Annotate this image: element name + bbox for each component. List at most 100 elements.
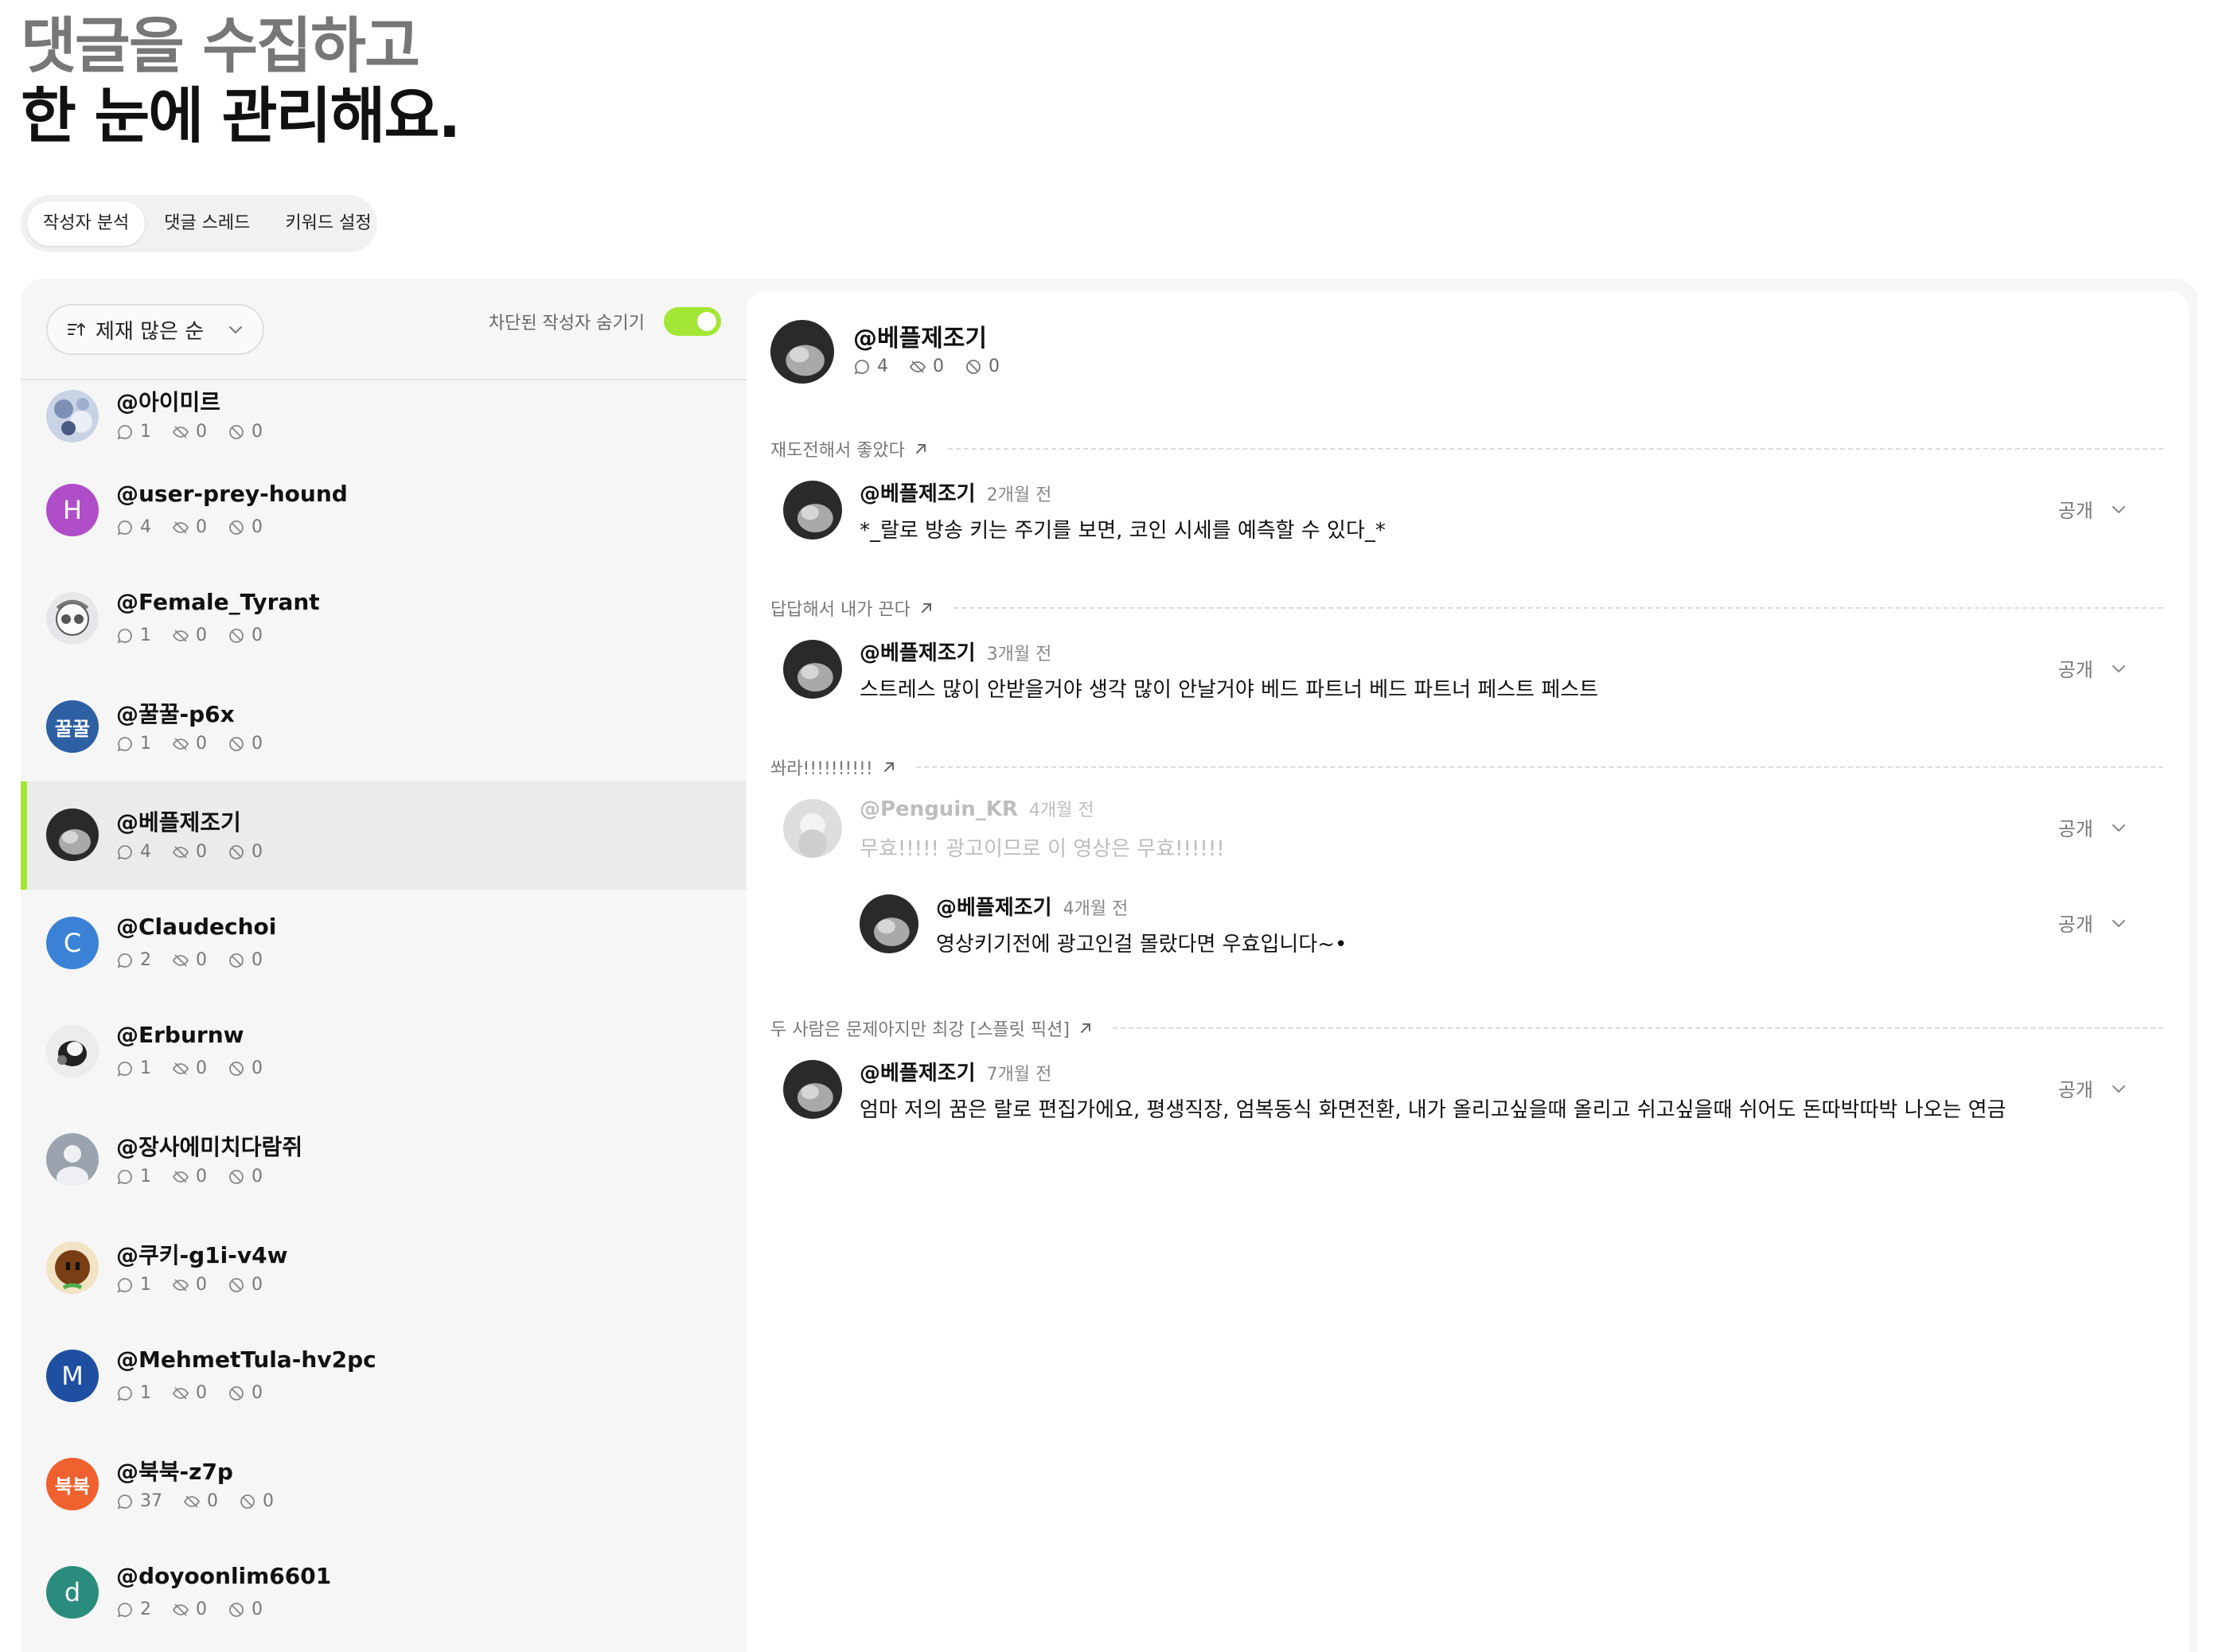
- blocked-count: 0: [252, 517, 263, 537]
- block-icon: [229, 736, 244, 751]
- author-row[interactable]: 꿀꿀 @꿀꿀-p6x 1 0 0: [21, 673, 747, 781]
- hidden-count: 0: [196, 1275, 207, 1295]
- avatar: M: [46, 1350, 99, 1402]
- hidden-count: 0: [196, 1058, 207, 1078]
- author-name: @장사에미치다람쥐: [116, 1134, 303, 1160]
- avatar: [46, 1025, 99, 1077]
- visibility-dropdown[interactable]: 공개: [2058, 1074, 2128, 1102]
- comment-count: 1: [140, 734, 151, 754]
- comment-count: 1: [140, 1275, 151, 1295]
- author-stats: 4 0 0: [116, 517, 263, 537]
- hidden-count: 0: [196, 734, 207, 754]
- comment-icon: [854, 359, 869, 374]
- author-row[interactable]: d @doyoonlim6601 2 0 0: [21, 1539, 747, 1647]
- main-panel: 제재 많은 순 차단된 작성자 숨기기 @아이미르 1 0 0 H @user-…: [21, 279, 2198, 1652]
- hidden-count: 0: [196, 625, 207, 645]
- block-icon: [229, 1169, 244, 1184]
- author-name: @아이미르: [116, 389, 221, 415]
- comment-icon: [117, 736, 132, 751]
- block-icon: [229, 1385, 244, 1401]
- author-row[interactable]: @장사에미치다람쥐 1 0 0: [21, 1106, 747, 1214]
- hero-line-1: 댓글을 수집하고: [21, 10, 420, 81]
- author-row-selected[interactable]: @베플제조기 4 0 0: [21, 781, 747, 890]
- comment-item-reply: @베플제조기 4개월 전 영상키기전에 광고인걸 몰랐다면 우효입니다~• 공개: [770, 877, 2163, 972]
- visibility-dropdown[interactable]: 공개: [2058, 813, 2128, 841]
- hidden-count: 0: [933, 357, 944, 376]
- author-row[interactable]: @쿠키-g1i-v4w 1 0 0: [21, 1214, 747, 1323]
- author-stats: 37 0 0: [116, 1491, 274, 1511]
- author-row[interactable]: C @Claudechoi 2 0 0: [21, 890, 747, 998]
- eye-off-icon: [172, 737, 189, 750]
- avatar: [46, 390, 99, 442]
- author-row[interactable]: @Erburnw 1 0 0: [21, 998, 747, 1106]
- video-title-link[interactable]: 쏴라!!!!!!!!!!: [770, 753, 2163, 781]
- comment-text: *_랄로 방송 키는 주기를 보면, 코인 시세를 예측할 수 있다_*: [860, 519, 1386, 543]
- chevron-down-icon: [2112, 824, 2125, 832]
- comment-author: @베플제조기 7개월 전: [860, 1057, 1051, 1086]
- comment-count: 2: [140, 1599, 151, 1619]
- eye-off-icon: [172, 953, 189, 967]
- blocked-count: 0: [252, 625, 263, 645]
- comment-count: 1: [140, 1167, 151, 1186]
- avatar: [860, 894, 918, 953]
- visibility-label: 공개: [2057, 1079, 2093, 1101]
- author-name: @Female_Tyrant: [116, 589, 320, 615]
- chevron-down-icon: [2112, 664, 2125, 672]
- comment-item: @베플제조기 7개월 전 엄마 저의 꿈은 랄로 편집가에요, 평생직장, 엄복동…: [770, 1042, 2163, 1138]
- eye-off-icon: [172, 1170, 189, 1183]
- blocked-count: 0: [252, 842, 263, 862]
- author-stats: 2 0 0: [116, 1599, 263, 1619]
- author-row[interactable]: @Female_Tyrant 1 0 0: [21, 565, 747, 673]
- blocked-count: 0: [263, 1491, 274, 1511]
- comment-text: 엄마 저의 꿈은 랄로 편집가에요, 평생직장, 엄복동식 화면전환, 내가 올…: [860, 1098, 2006, 1122]
- author-row[interactable]: 북북 @북북-z7p 37 0 0: [21, 1431, 747, 1539]
- comment-count: 4: [877, 357, 888, 376]
- avatar: C: [46, 917, 99, 969]
- eye-off-icon: [172, 845, 189, 859]
- comment-count: 1: [140, 1383, 151, 1403]
- comment-author-name: @Penguin_KR: [860, 797, 1018, 821]
- video-thread: 두 사람은 문제아지만 최강 [스플릿 픽션] @베플제조기 7개월 전 엄마 저…: [770, 1014, 2163, 1138]
- author-list-panel: 제재 많은 순 차단된 작성자 숨기기 @아이미르 1 0 0 H @user-…: [21, 279, 747, 1652]
- visibility-dropdown[interactable]: 공개: [2058, 909, 2128, 937]
- comment-author-name: @베플제조기: [860, 1062, 976, 1085]
- author-row[interactable]: M @MehmetTula-hv2pc 1 0 0: [21, 1323, 747, 1431]
- avatar: [783, 481, 842, 540]
- divider: [953, 607, 2163, 609]
- block-icon: [229, 424, 244, 439]
- hidden-count: 0: [196, 1599, 207, 1619]
- eye-off-icon: [172, 1278, 189, 1292]
- tab-comment-thread[interactable]: 댓글 스레드: [148, 201, 266, 246]
- avatar: [783, 799, 842, 858]
- author-row[interactable]: H @user-prey-hound 4 0 0: [21, 457, 747, 565]
- comment-count: 4: [140, 517, 151, 537]
- avatar: [46, 1133, 99, 1186]
- comment-text: 스트레스 많이 안받을거야 생각 많이 안날거야 베드 파트너 베드 파트너 페…: [860, 678, 1599, 702]
- visibility-label: 공개: [2057, 818, 2093, 840]
- video-title-link[interactable]: 두 사람은 문제아지만 최강 [스플릿 픽션]: [770, 1014, 2163, 1042]
- author-name: @user-prey-hound: [116, 481, 348, 507]
- tab-keyword-settings[interactable]: 키워드 설정: [269, 201, 387, 246]
- comment-time: 3개월 전: [986, 645, 1052, 664]
- comment-icon: [117, 424, 132, 439]
- external-link-icon: [1080, 1023, 1090, 1033]
- tab-author-analysis[interactable]: 작성자 분석: [27, 201, 146, 246]
- visibility-label: 공개: [2057, 659, 2093, 681]
- external-link-icon: [883, 762, 894, 772]
- visibility-dropdown[interactable]: 공개: [2058, 654, 2128, 682]
- avatar: d: [46, 1566, 99, 1619]
- blocked-count: 0: [252, 422, 263, 442]
- video-title-link[interactable]: 답답해서 내가 끈다: [770, 594, 2163, 622]
- sort-dropdown[interactable]: 제재 많은 순: [46, 304, 264, 355]
- author-stats: 1 0 0: [116, 1275, 263, 1295]
- author-name: @꿀꿀-p6x: [116, 701, 235, 727]
- video-title-link[interactable]: 재도전해서 좋았다: [770, 434, 2163, 463]
- comment-author-name: @베플제조기: [860, 482, 976, 506]
- author-row[interactable]: @아이미르 1 0 0: [21, 380, 747, 457]
- hidden-count: 0: [196, 517, 207, 537]
- author-stats: 1 0 0: [116, 1167, 263, 1186]
- visibility-dropdown[interactable]: 공개: [2058, 495, 2128, 523]
- eye-off-icon: [172, 1603, 189, 1616]
- hide-blocked-toggle[interactable]: [664, 307, 721, 336]
- comment-icon: [117, 1169, 132, 1184]
